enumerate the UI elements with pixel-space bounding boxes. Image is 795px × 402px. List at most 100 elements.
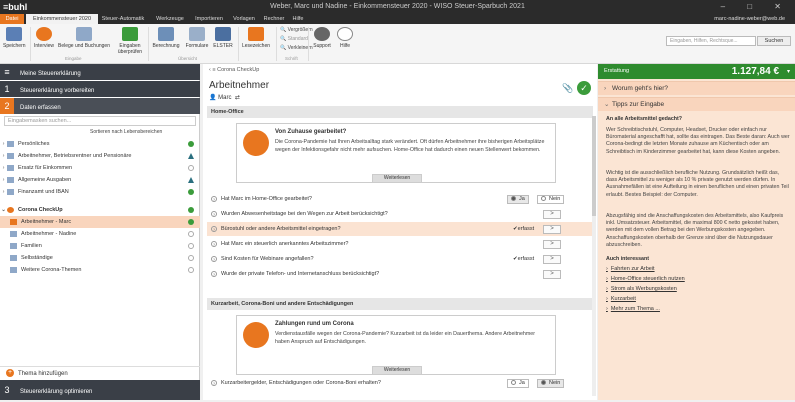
collapse-icon: ⌄ <box>1 207 6 213</box>
divider <box>238 27 239 61</box>
tab-steuer-automatik[interactable]: Steuer-Automatik <box>98 14 148 24</box>
window-title: Weber, Marc und Nadine - Einkommensteuer… <box>270 3 525 10</box>
search-input[interactable]: Eingaben, Hilfen, Rechtsque... <box>666 36 756 46</box>
section-what-is-this[interactable]: › Worum geht's hier? <box>598 81 795 95</box>
bookmark-icon <box>248 27 264 41</box>
page-title: Arbeitnehmer <box>209 80 270 91</box>
help-icon[interactable]: ? <box>211 240 217 247</box>
help-icon[interactable]: ? <box>211 255 217 262</box>
checklist-icon <box>122 27 138 41</box>
sidebar-item-general-expenses[interactable]: › Allgemeine Ausgaben <box>0 174 200 186</box>
sidebar-header[interactable]: ≡ Meine Steuererklärung <box>0 64 200 80</box>
tab-importieren[interactable]: Importieren <box>190 14 228 24</box>
help-icon[interactable]: ? <box>211 195 217 202</box>
radio-no[interactable]: Nein <box>537 195 565 204</box>
sidebar-item-self-employed[interactable]: Selbständige <box>0 252 200 264</box>
tab-vorlagen[interactable]: Vorlagen <box>228 14 260 24</box>
tab-hilfe[interactable]: Hilfe <box>288 14 308 24</box>
question-webinars: ? Sind Kosten für Webinare angefallen? ✔e… <box>207 252 593 266</box>
related-title: Auch interessant <box>606 256 649 262</box>
person-selector[interactable]: 👤 Marc ⇄ <box>209 94 240 101</box>
corona-icon <box>7 206 14 213</box>
help-icon[interactable]: ? <box>211 270 217 277</box>
ribbon-tabs: Datei Einkommensteuer 2020 Steuer-Automa… <box>0 14 795 24</box>
sidebar-item-personal[interactable]: › Persönliches <box>0 138 200 150</box>
forms-button[interactable]: Formulare <box>183 27 211 49</box>
add-theme-button[interactable]: + Thema hinzufügen <box>0 366 200 380</box>
sidebar-item-other-corona[interactable]: Weitere Corona-Themen <box>0 264 200 276</box>
link-commute[interactable]: › Fahrten zur Arbeit <box>606 266 655 272</box>
go-button[interactable]: > <box>543 255 561 264</box>
step-enter-data[interactable]: 2 Daten erfassen <box>0 98 200 114</box>
help-icon[interactable]: ? <box>211 225 217 232</box>
radio-yes[interactable]: Ja <box>507 379 529 388</box>
link-shorttime[interactable]: › Kurzarbeit <box>606 296 636 302</box>
chevron-right-icon: › <box>604 85 607 92</box>
plus-icon: + <box>6 369 14 378</box>
window-controls[interactable]: – □ ✕ <box>721 2 791 11</box>
help-icon[interactable]: ? <box>211 210 217 217</box>
section-header-homeoffice: Home-Office <box>207 106 593 118</box>
go-button[interactable]: > <box>543 225 561 234</box>
sidebar-item-families[interactable]: Familien <box>0 240 200 252</box>
link-electricity[interactable]: › Strom als Werbungskosten <box>606 286 677 292</box>
step-prepare[interactable]: 1 Steuererklärung vorbereiten <box>0 81 200 97</box>
read-more-button[interactable]: Weiterlesen <box>372 366 422 375</box>
check-inputs-button[interactable]: Eingaben überprüfen <box>116 27 144 55</box>
status-captured: ✔erfasst <box>513 256 535 262</box>
filter-input[interactable]: Eingabemasken suchen... <box>4 116 196 126</box>
info-box-homeoffice: Von Zuhause gearbeitet? Die Corona-Pande… <box>236 123 556 183</box>
step-optimize[interactable]: 3 Steuererklärung optimieren <box>0 380 200 400</box>
sidebar-item-tax-office[interactable]: › Finanzamt und IBAN <box>0 186 200 198</box>
tip-title: An alle Arbeitsmittel gedacht? <box>606 116 683 122</box>
save-icon <box>6 27 22 41</box>
radio-yes[interactable]: Ja <box>507 195 529 204</box>
question-absence-days: ? Wurden Abwesenheitstage bei den Wegen z… <box>207 207 593 221</box>
sidebar-item-employee-marc[interactable]: Arbeitnehmer - Marc <box>0 216 200 228</box>
help-button[interactable]: Hilfe <box>336 27 354 49</box>
attachment-icon[interactable]: 📎 <box>562 83 573 94</box>
left-sidebar: ≡ Meine Steuererklärung 1 Steuererklärung … <box>0 64 200 400</box>
question-shorttime-benefits: ? Kurzarbeitergelder, Entschädigungen ode… <box>207 376 593 390</box>
main-scrollbar[interactable] <box>592 116 596 396</box>
calculation-button[interactable]: Berechnung <box>151 27 181 49</box>
refund-header[interactable]: Erstattung 1.127,84 € ▾ <box>598 64 795 79</box>
receipts-button[interactable]: Belege und Buchungen <box>58 27 110 49</box>
go-button[interactable]: > <box>543 210 561 219</box>
help-icon[interactable]: ? <box>211 379 217 386</box>
breadcrumb[interactable]: ‹ ≡ Corona CheckUp <box>209 67 259 73</box>
tab-datei[interactable]: Datei <box>0 14 24 24</box>
radio-no[interactable]: Nein <box>537 379 565 388</box>
user-email[interactable]: marc-nadine-weber@web.de <box>714 16 785 22</box>
link-homeoffice[interactable]: › Home-Office steuerlich nutzen <box>606 276 685 282</box>
support-button[interactable]: Support <box>311 27 333 49</box>
status-ok-icon <box>188 207 194 213</box>
group-label-input: Eingabe <box>65 56 82 61</box>
sidebar-item-income-replacement[interactable]: › Ersatz für Einkommen <box>0 162 200 174</box>
tab-werkzeuge[interactable]: Werkzeuge <box>150 14 190 24</box>
go-button[interactable]: > <box>543 240 561 249</box>
save-button[interactable]: Speichern <box>3 27 26 49</box>
chevron-down-icon: ⌄ <box>604 101 610 108</box>
elster-button[interactable]: ELSTER <box>211 27 235 49</box>
font-standard[interactable]: 🔍 Standard <box>280 36 308 42</box>
go-button[interactable]: > <box>543 270 561 279</box>
search-button[interactable]: Suchen <box>757 36 791 46</box>
tab-einkommensteuer[interactable]: Einkommensteuer 2020 <box>26 14 98 24</box>
tab-rechner[interactable]: Rechner <box>260 14 288 24</box>
sidebar-item-employees[interactable]: › Arbeitnehmer, Betriebsrentner und Pensi… <box>0 150 200 162</box>
link-more[interactable]: › Mehr zum Thema ... <box>606 306 660 312</box>
chevron-down-icon: ▾ <box>786 69 790 75</box>
sort-dropdown[interactable]: Sortieren nach Lebensbereichen <box>90 129 162 135</box>
section-input-tips[interactable]: ⌄ Tipps zur Eingabe <box>598 97 795 111</box>
interview-button[interactable]: Interview <box>32 27 56 49</box>
bookmarks-button[interactable]: Lesezeichen <box>240 27 272 49</box>
status-empty-icon <box>188 231 194 237</box>
headset-icon <box>314 27 330 41</box>
sidebar-item-corona[interactable]: ⌄ Corona CheckUp <box>0 204 200 216</box>
sidebar-item-employee-nadine[interactable]: Arbeitnehmer - Nadine <box>0 228 200 240</box>
read-more-button[interactable]: Weiterlesen <box>372 174 422 183</box>
right-panel: Erstattung 1.127,84 € ▾ › Worum geht's hi… <box>598 64 795 400</box>
title-bar: ≡buhl Weber, Marc und Nadine - Einkommen… <box>0 0 795 14</box>
question-homeoffice: ? Hat Marc im Home-Office gearbeitet? Ja … <box>207 192 593 206</box>
